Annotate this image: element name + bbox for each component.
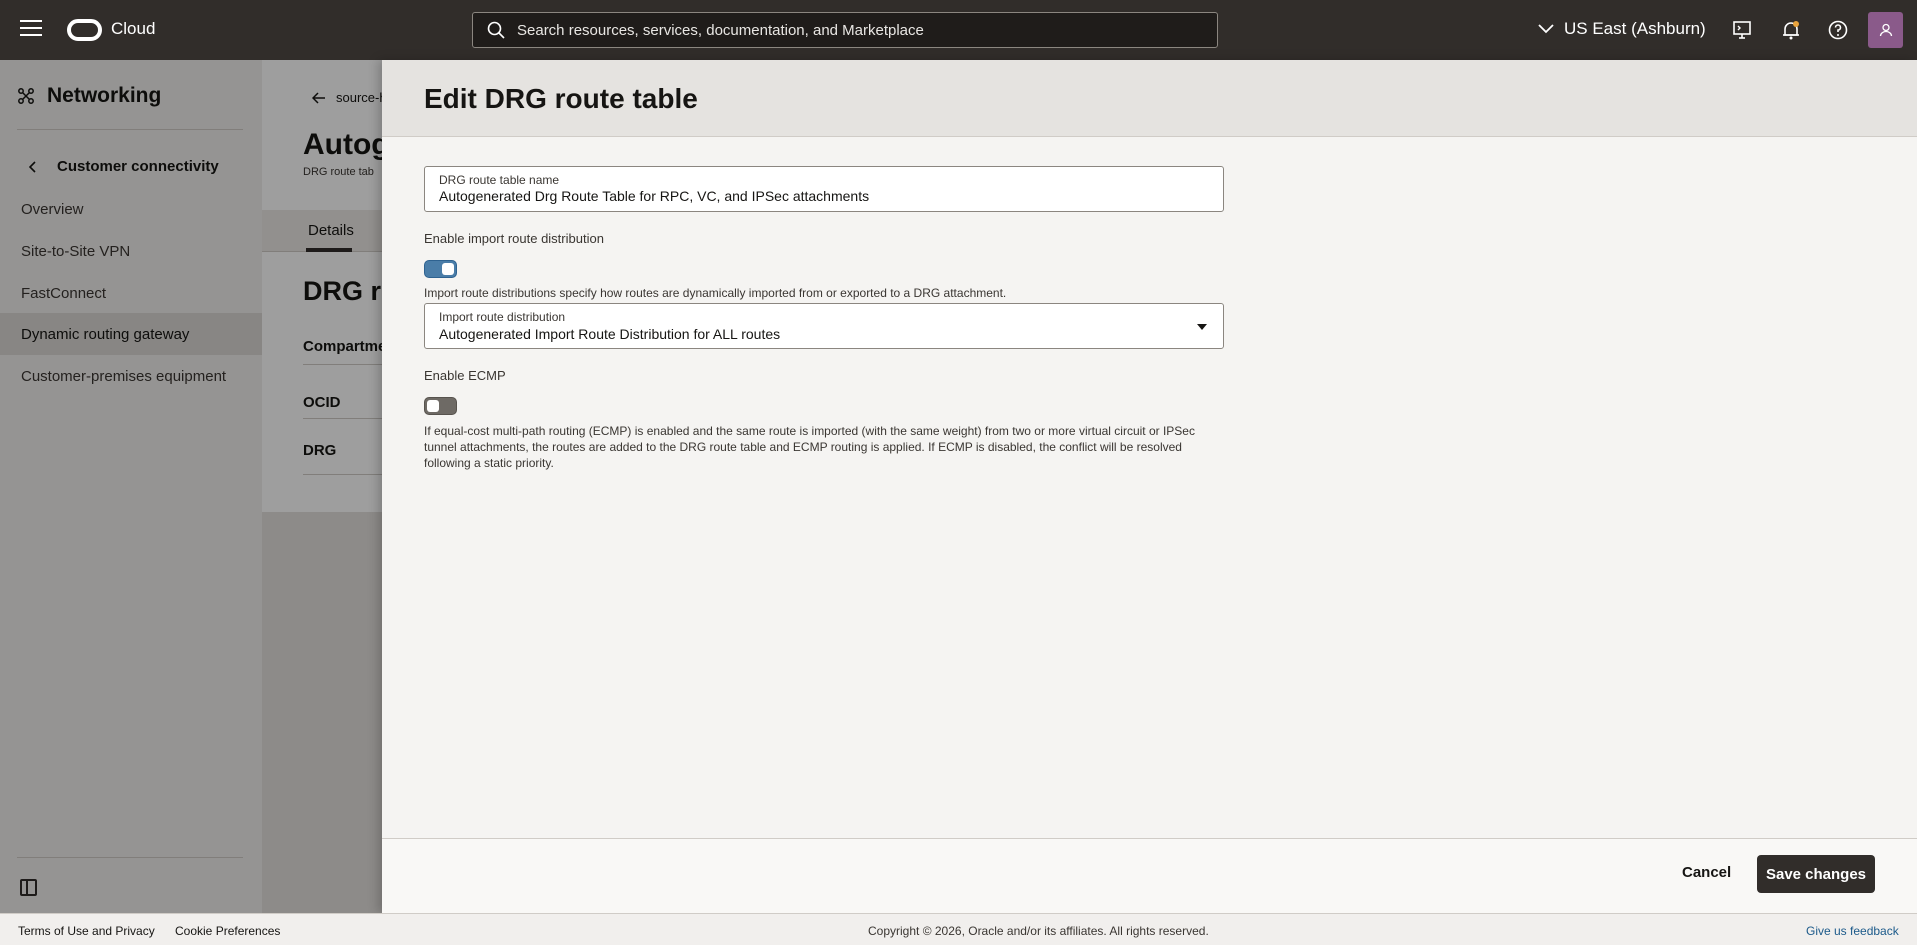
toggle-knob [427,400,439,412]
select-value: Autogenerated Import Route Distribution … [439,326,781,342]
ecmp-help-text: If equal-cost multi-path routing (ECMP) … [424,423,1195,471]
cloud-shell-icon[interactable] [1731,19,1753,41]
search-icon [487,21,505,39]
bell-icon[interactable] [1780,19,1802,41]
user-avatar[interactable] [1868,12,1903,48]
menu-icon[interactable] [20,20,42,38]
edit-drg-route-table-panel: Edit DRG route table DRG route table nam… [382,60,1917,913]
import-toggle-label: Enable import route distribution [424,231,604,246]
ecmp-help-line: tunnel attachments, the routes are added… [424,440,1182,454]
copyright-text: Copyright © 2026, Oracle and/or its affi… [868,924,1209,938]
route-table-name-field[interactable]: DRG route table name [424,166,1224,212]
oracle-logo-icon[interactable] [67,19,102,41]
search-input[interactable] [517,21,1197,39]
panel-header: Edit DRG route table [382,60,1917,137]
ecmp-toggle-label: Enable ECMP [424,368,506,383]
page-footer: Terms of Use and Privacy Cookie Preferen… [0,913,1917,945]
help-icon[interactable] [1827,19,1849,41]
ecmp-toggle[interactable] [424,397,457,415]
panel-footer: Cancel Save changes [382,838,1917,913]
field-label: Import route distribution [439,310,566,324]
save-changes-button[interactable]: Save changes [1757,855,1875,893]
region-label: US East (Ashburn) [1564,19,1706,38]
route-table-name-input[interactable] [439,188,1199,204]
terms-link[interactable]: Terms of Use and Privacy [18,924,155,938]
feedback-link[interactable]: Give us feedback [1806,924,1899,938]
import-route-distribution-toggle[interactable] [424,260,457,278]
brand-name[interactable]: Cloud [111,19,155,39]
caret-down-icon[interactable] [1197,324,1207,330]
ecmp-help-line: If equal-cost multi-path routing (ECMP) … [424,424,1195,438]
search-bar[interactable] [472,12,1218,48]
panel-title: Edit DRG route table [424,83,698,114]
import-route-distribution-select[interactable]: Import route distribution Autogenerated … [424,303,1224,349]
cancel-button[interactable]: Cancel [1682,864,1731,881]
cookie-preferences-link[interactable]: Cookie Preferences [175,924,280,938]
import-help-text: Import route distributions specify how r… [424,286,1007,300]
ecmp-help-line: following a static priority. [424,456,554,470]
chevron-down-icon [1538,24,1554,34]
toggle-knob [442,263,454,275]
top-bar: Cloud US East (Ashburn) [0,0,1917,60]
field-label: DRG route table name [439,173,560,187]
user-icon [1879,23,1892,37]
region-selector[interactable]: US East (Ashburn) [1538,19,1706,39]
